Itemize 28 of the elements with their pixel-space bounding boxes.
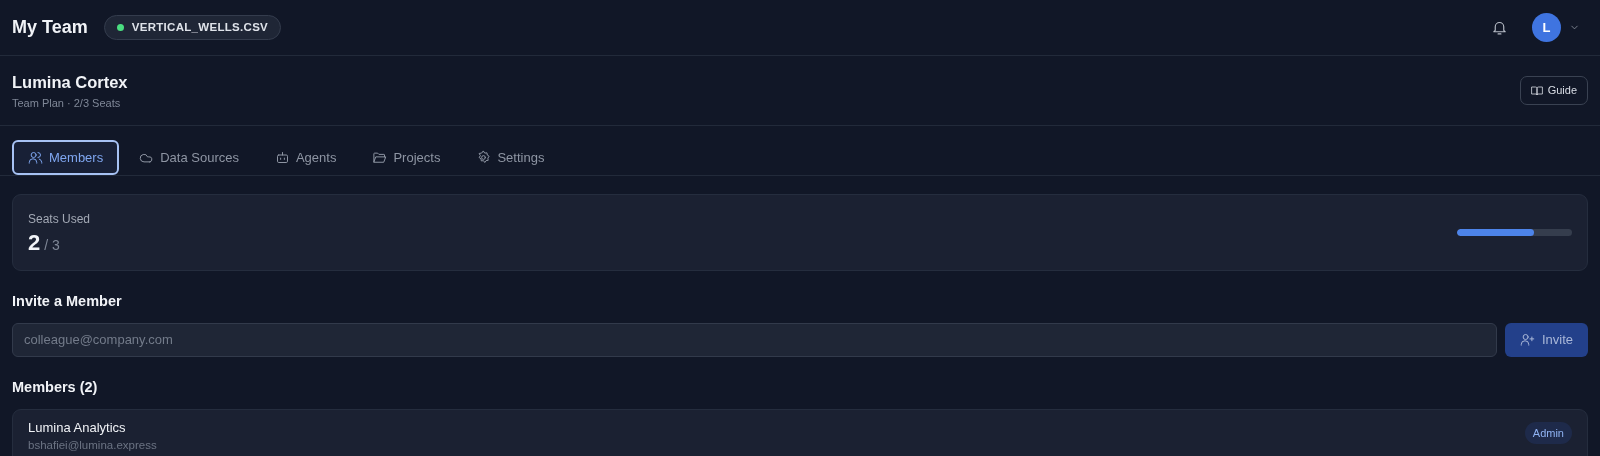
book-icon	[1530, 84, 1543, 97]
role-badge: Admin	[1524, 421, 1572, 444]
invite-button[interactable]: Invite	[1505, 322, 1588, 357]
tab[interactable]: Settings	[460, 140, 561, 175]
folder-icon	[372, 150, 388, 165]
add-user-icon	[1519, 332, 1535, 348]
seats-label: Seats Used	[28, 210, 91, 228]
settings-icon	[476, 150, 492, 165]
avatar[interactable]: L	[1532, 13, 1561, 42]
seats-total: / 3	[44, 235, 60, 255]
member-name: Lumina Analytics	[28, 418, 127, 437]
bell-icon[interactable]	[1491, 19, 1508, 36]
section-heading: Members (2)	[12, 377, 99, 397]
org-name: Lumina Cortex	[12, 71, 128, 93]
guide-button[interactable]: Guide	[1519, 76, 1588, 105]
file-badge: VERTICAL_WELLS.CSV	[103, 14, 282, 41]
member-email: bshafiei@lumina.express	[28, 438, 157, 453]
plan-info: Team Plan · 2/3 Seats	[12, 95, 122, 111]
page-title: My Team	[12, 16, 88, 39]
tab[interactable]: Members	[12, 140, 120, 175]
email-field[interactable]: colleague@company.com	[12, 322, 1497, 357]
tab[interactable]: Data Sources	[123, 140, 255, 175]
tab[interactable]: Projects	[356, 140, 457, 175]
seats-count: 2	[28, 231, 41, 254]
robot-icon	[274, 150, 290, 165]
tab[interactable]: Agents	[258, 140, 353, 175]
users-icon	[28, 150, 43, 165]
section-heading: Invite a Member	[12, 292, 123, 311]
